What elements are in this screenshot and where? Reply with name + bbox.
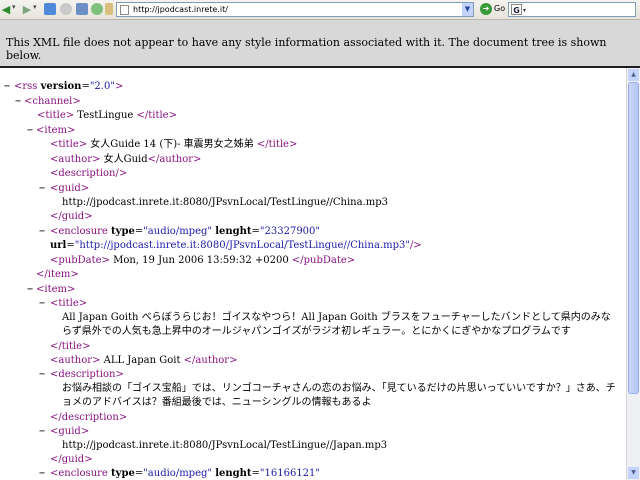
item1-guid-text: http://jpodcast.inrete.it:8080/JPsvnLoca… bbox=[62, 197, 388, 208]
stop-icon[interactable] bbox=[60, 3, 72, 15]
url-dropdown-icon[interactable]: ▼ bbox=[462, 3, 473, 16]
page-icon bbox=[120, 5, 129, 15]
search-engine-dropdown-icon[interactable]: ▾ bbox=[523, 7, 526, 14]
collapse-toggle[interactable]: − bbox=[37, 425, 47, 439]
item1-author-text: 女人Guid bbox=[103, 154, 148, 165]
collapse-toggle[interactable]: − bbox=[37, 467, 47, 480]
collapse-toggle[interactable]: − bbox=[25, 283, 35, 297]
channel-tag: <channel> bbox=[24, 96, 81, 107]
item2-author-text: ALL Japan Goit bbox=[103, 355, 181, 366]
scroll-down-icon[interactable]: ▼ bbox=[628, 467, 639, 479]
item1-enclosure-length: "23327900" bbox=[259, 226, 321, 237]
item2-guid-text: http://jpodcast.inrete.it:8080/JPsvnLoca… bbox=[62, 440, 388, 451]
forward-dropdown-icon[interactable]: ▾ bbox=[33, 3, 37, 11]
banner-message: This XML file does not appear to have an… bbox=[6, 36, 607, 62]
item2-description-text: お悩み相談の「ゴイス宝船」では、リンゴコーチャさんの恋のお悩み、「見ているだけの… bbox=[62, 383, 616, 408]
item-tag: <item> bbox=[36, 125, 76, 136]
back-dropdown-icon[interactable]: ▾ bbox=[12, 3, 16, 11]
collapse-toggle[interactable]: − bbox=[37, 297, 47, 311]
item2-enclosure-type: "audio/mpeg" bbox=[143, 468, 212, 479]
item1-enclosure-url: "http://jpodcast.inrete.it:8080/JPsvnLoc… bbox=[74, 240, 410, 251]
collapse-toggle[interactable]: − bbox=[25, 124, 35, 138]
item1-title-text: 女人Guide 14 (下)- 車震男女之姊弟 bbox=[90, 139, 254, 150]
vertical-scrollbar[interactable]: ▲ ▼ bbox=[626, 68, 640, 480]
rss-tag: <rss bbox=[14, 81, 38, 92]
collapse-toggle[interactable]: − bbox=[37, 182, 47, 196]
collapse-toggle[interactable]: − bbox=[13, 95, 23, 109]
go-button[interactable]: ➔ bbox=[480, 3, 492, 15]
search-box[interactable]: G ▾ bbox=[508, 2, 636, 17]
address-bar[interactable]: ▼ bbox=[116, 2, 474, 17]
xml-info-banner: This XML file does not appear to have an… bbox=[0, 20, 640, 68]
navigation-toolbar: ◀ ▾ ▶ ▾ ▼ ➔ Go G ▾ bbox=[0, 0, 640, 20]
rss-version-attr: version bbox=[40, 81, 82, 92]
collapse-toggle[interactable]: − bbox=[2, 80, 12, 94]
forward-button[interactable]: ▶ bbox=[22, 2, 32, 17]
go-label[interactable]: Go bbox=[494, 4, 505, 13]
back-button[interactable]: ◀ bbox=[1, 2, 11, 17]
description-empty-tag: <description/> bbox=[50, 168, 128, 179]
reload-icon[interactable] bbox=[44, 3, 56, 15]
xml-tree: − <rss version="2.0"> − <channel> <title… bbox=[0, 68, 626, 480]
item2-title-text: All Japan Goith べらぼうらじお！ゴイスなやつら！All Japa… bbox=[62, 312, 611, 337]
google-icon[interactable]: G bbox=[511, 4, 522, 15]
collapse-toggle[interactable]: − bbox=[37, 225, 47, 239]
collapse-toggle[interactable]: − bbox=[37, 368, 47, 382]
globe-icon[interactable] bbox=[91, 3, 103, 15]
rss-version-value: "2.0" bbox=[89, 81, 115, 92]
item1-enclosure-type: "audio/mpeg" bbox=[143, 226, 212, 237]
bookmark-icon[interactable] bbox=[105, 3, 113, 15]
scroll-up-icon[interactable]: ▲ bbox=[628, 69, 639, 81]
channel-title-text: TestLingue bbox=[77, 110, 134, 121]
scrollbar-thumb[interactable] bbox=[628, 82, 639, 394]
item1-pubdate-text: Mon, 19 Jun 2006 13:59:32 +0200 bbox=[113, 255, 289, 266]
home-icon[interactable] bbox=[76, 3, 88, 15]
item2-enclosure-length: "16166121" bbox=[259, 468, 321, 479]
url-input[interactable] bbox=[133, 3, 453, 16]
